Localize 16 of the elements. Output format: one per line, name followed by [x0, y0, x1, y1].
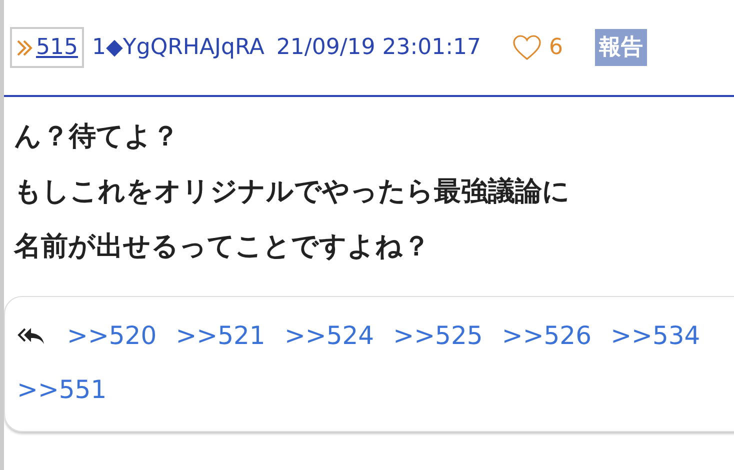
post-datetime: 21/09/19 23:01:17: [276, 34, 482, 62]
reply-link[interactable]: >>524: [284, 321, 374, 350]
like-button[interactable]: 6: [513, 31, 564, 64]
double-chevron-icon: [16, 38, 34, 56]
reply-link[interactable]: >>534: [610, 321, 700, 350]
post-body: ん？待てよ？ もしこれをオリジナルでやったら最強議論に 名前が出せるってことですよね？: [12, 120, 571, 264]
reply-all-icon: [17, 326, 47, 346]
post-number-link[interactable]: 515: [10, 27, 84, 68]
reply-link[interactable]: >>521: [176, 321, 266, 350]
report-button[interactable]: 報告: [595, 29, 648, 66]
author-id: 1◆YgQRHAJqRA: [92, 34, 264, 62]
reply-link[interactable]: >>525: [393, 321, 483, 350]
heart-icon: [513, 34, 542, 60]
reply-link[interactable]: >>526: [502, 321, 592, 350]
reply-link[interactable]: >>551: [17, 375, 107, 404]
reply-link[interactable]: >>520: [67, 321, 157, 350]
